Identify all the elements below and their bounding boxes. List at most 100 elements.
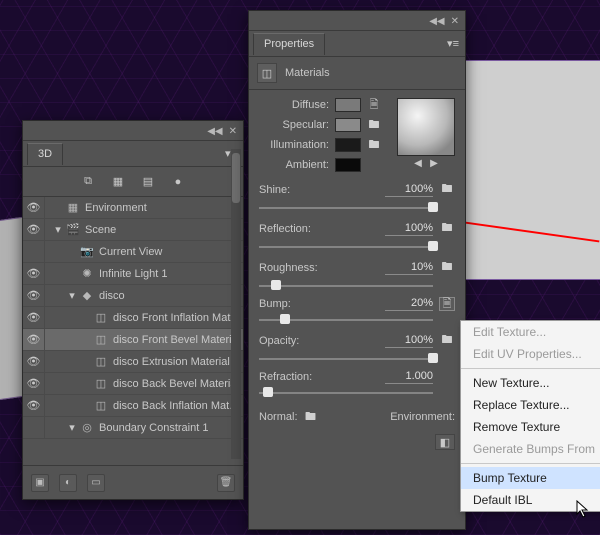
illumination-row: Illumination: 🖿 (259, 138, 387, 152)
shine-texture-icon[interactable]: 🖿 (439, 180, 455, 199)
panel-3d: ◀◀✕ 3D ▾≡ ⧉ ▦ ▤ ● 👁▦Environment👁▾🎬Scene📷… (22, 120, 244, 500)
tab-3d[interactable]: 3D (27, 143, 63, 165)
visibility-toggle[interactable]: 👁 (23, 197, 45, 218)
tree-row[interactable]: 👁▾◆disco (23, 285, 243, 307)
material-preview-nav[interactable]: ◀ ▶ (397, 158, 455, 169)
visibility-toggle[interactable]: 👁 (23, 219, 45, 240)
refraction-value[interactable]: 1.000 (385, 370, 433, 384)
illumination-swatch[interactable] (335, 138, 361, 152)
filter-icon[interactable]: ⧉ (80, 174, 96, 190)
tree-row[interactable]: 👁◫disco Front Inflation Mat... (23, 307, 243, 329)
normal-texture-icon[interactable]: 🖿 (304, 410, 318, 424)
tab-properties[interactable]: Properties (253, 33, 325, 55)
mask-icon[interactable]: ▤ (140, 174, 156, 190)
menu-item: Generate Bumps From Diffuse (461, 438, 600, 460)
shine-slider[interactable] (259, 201, 433, 215)
menu-item[interactable]: Bump Texture (461, 467, 600, 489)
tree-row[interactable]: 👁▾🎬Scene (23, 219, 243, 241)
materials-header: ◫ Materials (249, 57, 465, 90)
illumination-texture-icon[interactable]: 🖿 (367, 138, 381, 152)
tree-row[interactable]: 👁◫disco Back Bevel Material (23, 373, 243, 395)
tree-row[interactable]: 📷Current View (23, 241, 243, 263)
layers-icon[interactable]: ▣ (31, 474, 49, 492)
light-icon[interactable]: ● (170, 174, 186, 190)
material-sliders: Shine:100%🖿Reflection:100%🖿Roughness:10%… (249, 176, 465, 400)
menu-separator (461, 368, 600, 369)
render-icon[interactable]: ◐ (59, 474, 77, 492)
slider-roughness: Roughness:10%🖿 (249, 254, 465, 293)
scene-tree-scrollbar[interactable] (231, 149, 241, 459)
ambient-swatch[interactable] (335, 158, 361, 172)
material-preview[interactable] (397, 98, 455, 156)
environment-texture-icon[interactable]: ◧ (435, 434, 455, 450)
roughness-texture-icon[interactable]: 🖿 (439, 258, 455, 277)
menu-item[interactable]: Remove Texture (461, 416, 600, 438)
menu-item[interactable]: Replace Texture... (461, 394, 600, 416)
expand-arrow[interactable]: ▾ (65, 289, 79, 302)
tree-row[interactable]: 👁◫disco Extrusion Material (23, 351, 243, 373)
env-icon: ▦ (65, 201, 81, 215)
scene-tree: 👁▦Environment👁▾🎬Scene📷Current View👁✺Infi… (23, 197, 243, 439)
panel-properties-menu-icon[interactable]: ▾≡ (441, 37, 465, 50)
grid-icon[interactable]: ▦ (110, 174, 126, 190)
diffuse-label: Diffuse: (259, 99, 329, 111)
specular-texture-icon[interactable]: 🖿 (367, 118, 381, 132)
panel-properties-titlebar[interactable]: ◀◀✕ (249, 11, 465, 31)
opacity-slider[interactable] (259, 352, 433, 366)
bump-texture-icon[interactable]: 🗎 (439, 297, 455, 311)
shine-label: Shine: (259, 184, 329, 196)
visibility-toggle[interactable]: 👁 (23, 395, 45, 416)
panel-properties-collapse-controls[interactable]: ◀◀✕ (423, 15, 459, 27)
opacity-texture-icon[interactable]: 🖿 (439, 331, 455, 350)
roughness-slider[interactable] (259, 279, 433, 293)
material-swatches: Diffuse: 🗎 Specular: 🖿 Illumination: 🖿 A… (249, 90, 465, 176)
new-icon[interactable]: ▭ (87, 474, 105, 492)
camera-icon: 📷 (79, 245, 95, 259)
menu-separator (461, 463, 600, 464)
panel-properties: ◀◀✕ Properties ▾≡ ◫ Materials Diffuse: 🗎… (248, 10, 466, 530)
tree-item-label: Environment (85, 202, 243, 214)
menu-item[interactable]: Default IBL (461, 489, 600, 511)
roughness-value[interactable]: 10% (385, 261, 433, 275)
diffuse-swatch[interactable] (335, 98, 361, 112)
visibility-toggle[interactable] (23, 417, 45, 438)
tree-row[interactable]: 👁◫disco Back Inflation Mate... (23, 395, 243, 417)
tree-row[interactable]: 👁◫disco Front Bevel Material (23, 329, 243, 351)
slider-opacity: Opacity:100%🖿 (249, 327, 465, 366)
bump-value[interactable]: 20% (385, 297, 433, 311)
shine-value[interactable]: 100% (385, 183, 433, 197)
menu-item[interactable]: New Texture... (461, 372, 600, 394)
diffuse-texture-icon[interactable]: 🗎 (367, 98, 381, 112)
normal-label: Normal: (259, 411, 298, 423)
material-icon: ◫ (93, 399, 109, 413)
scene-icon: 🎬 (65, 223, 81, 237)
tree-row[interactable]: 👁✺Infinite Light 1 (23, 263, 243, 285)
reflection-value[interactable]: 100% (385, 222, 433, 236)
visibility-toggle[interactable] (23, 241, 45, 262)
material-footer-row: Normal: 🖿 Environment: (249, 400, 465, 428)
opacity-value[interactable]: 100% (385, 334, 433, 348)
panel-properties-tabs: Properties ▾≡ (249, 31, 465, 57)
slider-refraction: Refraction:1.000 (249, 366, 465, 400)
expand-arrow[interactable]: ▾ (51, 223, 65, 236)
panel-3d-titlebar[interactable]: ◀◀✕ (23, 121, 243, 141)
specular-label: Specular: (259, 119, 329, 131)
visibility-toggle[interactable]: 👁 (23, 285, 45, 306)
delete-icon[interactable]: 🗑 (217, 474, 235, 492)
specular-swatch[interactable] (335, 118, 361, 132)
visibility-toggle[interactable]: 👁 (23, 373, 45, 394)
expand-arrow[interactable]: ▾ (65, 421, 79, 434)
visibility-toggle[interactable]: 👁 (23, 307, 45, 328)
material-icon: ◫ (93, 333, 109, 347)
panel-3d-collapse-controls[interactable]: ◀◀✕ (201, 125, 237, 137)
visibility-toggle[interactable]: 👁 (23, 351, 45, 372)
tree-row[interactable]: 👁 ▦ Environment (23, 197, 243, 219)
panel-3d-footer: ▣ ◐ ▭ 🗑 (23, 465, 243, 499)
reflection-texture-icon[interactable]: 🖿 (439, 219, 455, 238)
bump-slider[interactable] (259, 313, 433, 327)
visibility-toggle[interactable]: 👁 (23, 263, 45, 284)
refraction-slider[interactable] (259, 386, 433, 400)
reflection-slider[interactable] (259, 240, 433, 254)
tree-row[interactable]: ▾◎Boundary Constraint 1 (23, 417, 243, 439)
visibility-toggle[interactable]: 👁 (23, 329, 45, 350)
